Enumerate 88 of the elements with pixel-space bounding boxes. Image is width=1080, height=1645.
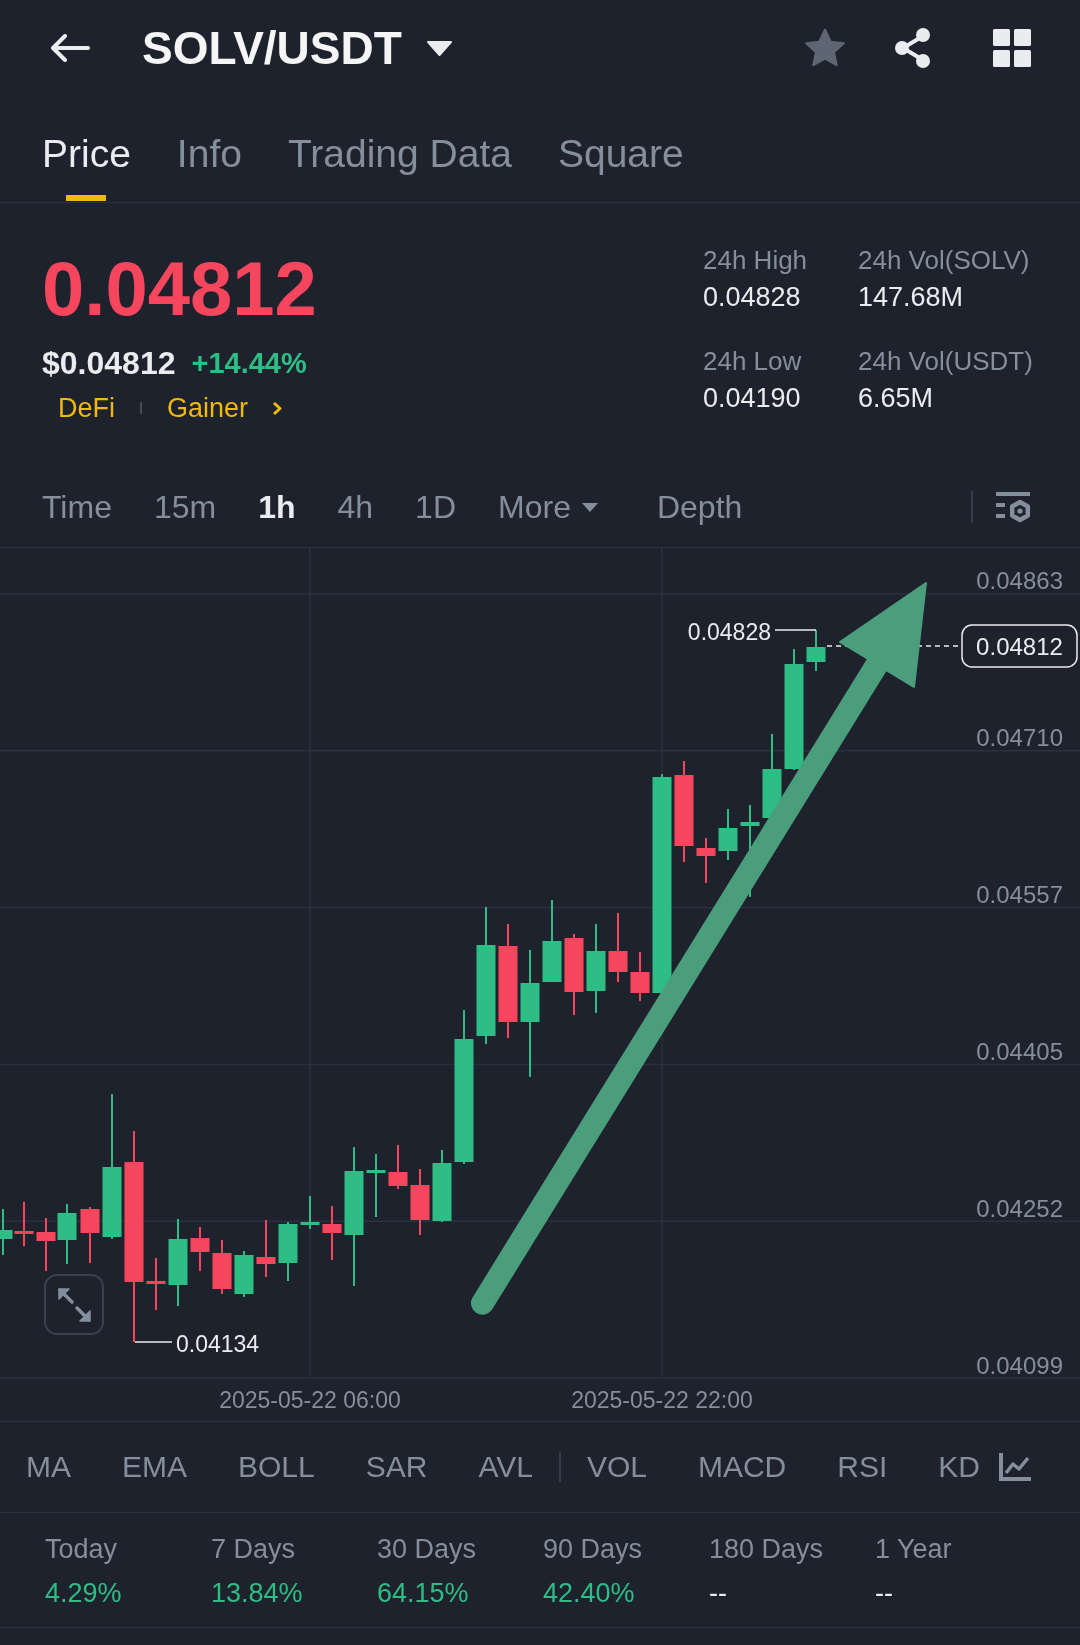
candle — [212, 1239, 232, 1295]
indicator-tab[interactable]: BOLL — [238, 1449, 315, 1485]
stat-label: 24h Low — [703, 345, 803, 377]
tag-link[interactable]: DeFi — [58, 392, 115, 424]
candle — [300, 1195, 320, 1230]
caret-icon — [425, 39, 453, 57]
leader-line — [134, 1341, 173, 1343]
page-tab[interactable]: Price — [42, 132, 131, 202]
line-chart-icon[interactable] — [998, 1452, 1032, 1482]
last-price: 0.04812 — [42, 251, 317, 327]
time-axis-label: 2025-05-22 22:00 — [571, 1387, 753, 1413]
stat-value: 0.04190 — [703, 382, 802, 414]
low-price-label: 0.04134 — [176, 1331, 260, 1357]
candle — [190, 1226, 210, 1272]
page-tab[interactable]: Square — [557, 132, 684, 202]
period-label: 90 Days — [543, 1533, 644, 1565]
star-icon[interactable] — [803, 27, 847, 69]
candle — [366, 1153, 386, 1218]
candle — [410, 1168, 430, 1236]
stat-value: 6.65M — [858, 382, 935, 414]
indicator-tab[interactable]: AVL — [478, 1449, 533, 1485]
price-axis-label: 0.04099 — [976, 1351, 1063, 1379]
period-change: 13.84% — [211, 1577, 304, 1609]
period-label: 7 Days — [211, 1533, 297, 1565]
period-label: 1 Year — [875, 1533, 953, 1565]
period-change: 42.40% — [543, 1577, 636, 1609]
candle — [146, 1257, 166, 1311]
interval-tab[interactable]: 4h — [337, 488, 374, 526]
period-label: 30 Days — [377, 1533, 478, 1565]
indicator-tab[interactable]: SAR — [365, 1449, 428, 1485]
candle — [388, 1144, 408, 1190]
candle — [256, 1219, 276, 1278]
time-axis-label: 2025-05-22 06:00 — [219, 1387, 401, 1413]
period-change: 64.15% — [377, 1577, 470, 1609]
candle — [696, 837, 716, 884]
indicator-tab[interactable]: EMA — [122, 1449, 187, 1485]
interval-tab[interactable]: Time — [42, 488, 112, 526]
candle — [608, 912, 628, 983]
chevron-icon[interactable] — [272, 400, 283, 416]
interval-tab[interactable]: 1h — [258, 488, 296, 526]
stat-value: 147.68M — [858, 281, 965, 313]
candle — [718, 808, 738, 861]
more-menu[interactable]: More — [498, 488, 599, 526]
usd-price: $0.04812 — [42, 344, 176, 383]
stat-label: 24h Vol(SOLV) — [858, 244, 1031, 276]
indicator-tab[interactable]: VOL — [586, 1449, 647, 1485]
price-axis-label: 0.04252 — [976, 1194, 1063, 1222]
page-tab[interactable]: Info — [176, 132, 242, 202]
indicator-tab[interactable]: MACD — [697, 1449, 787, 1485]
candle — [630, 951, 650, 1002]
grid-icon[interactable] — [993, 29, 1031, 67]
indicator-tab[interactable]: KD — [938, 1449, 980, 1485]
candle — [806, 629, 826, 672]
pair-selector[interactable]: SOLV/USDT — [142, 21, 453, 75]
period-change: 4.29% — [45, 1577, 123, 1609]
indicator-tab[interactable]: RSI — [837, 1449, 888, 1485]
price-change: +14.44% — [191, 346, 307, 381]
stat-label: 24h Vol(USDT) — [858, 345, 1034, 377]
expand-button[interactable] — [44, 1274, 104, 1335]
period-change: -- — [709, 1577, 728, 1609]
depth-tab[interactable]: Depth — [656, 488, 743, 526]
candle — [80, 1206, 100, 1264]
period-label: Today — [45, 1533, 119, 1565]
candle — [234, 1250, 254, 1298]
back-arrow-icon[interactable] — [49, 34, 90, 62]
price-axis-label: 0.04557 — [976, 880, 1063, 908]
stat-value: 0.04828 — [703, 281, 802, 313]
period-change: -- — [875, 1577, 894, 1609]
caret-icon — [580, 501, 599, 513]
tag-link[interactable]: Gainer — [167, 392, 249, 424]
price-axis-label: 0.04710 — [976, 723, 1063, 751]
leader-line — [774, 629, 817, 631]
candle — [36, 1217, 56, 1272]
candle — [278, 1221, 298, 1282]
candle — [57, 1203, 77, 1265]
interval-tab[interactable]: 15m — [153, 488, 217, 526]
indicator-tab[interactable]: MA — [26, 1449, 71, 1485]
stat-label: 24h High — [703, 244, 809, 276]
price-axis-label: 0.04863 — [976, 566, 1063, 594]
interval-tab[interactable]: 1D — [415, 488, 456, 526]
settings-icon[interactable] — [995, 490, 1031, 524]
candle — [322, 1205, 342, 1261]
expand-icon — [58, 1288, 91, 1322]
current-price-tag: 0.04812 — [961, 624, 1078, 668]
high-price-label: 0.04828 — [687, 619, 771, 645]
page-tab[interactable]: Trading Data — [287, 132, 512, 202]
period-label: 180 Days — [709, 1533, 825, 1565]
price-axis-label: 0.04405 — [976, 1037, 1063, 1065]
